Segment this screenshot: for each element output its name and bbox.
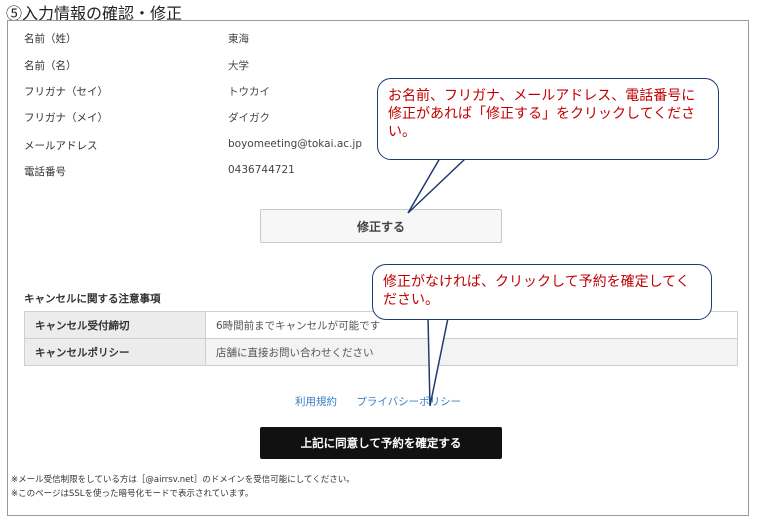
furigana-mei-value: ダイガク bbox=[228, 112, 270, 124]
footer-links: 利用規約 プライバシーポリシー bbox=[295, 394, 477, 409]
first-name-value: 大学 bbox=[228, 60, 249, 72]
cancel-policy-value: 店舗に直接お問い合わせください bbox=[205, 338, 738, 366]
furigana-sei-label: フリガナ（セイ） bbox=[24, 86, 108, 98]
edit-button[interactable]: 修正する bbox=[260, 209, 502, 243]
email-label: メールアドレス bbox=[24, 140, 98, 152]
note-email-restriction: ※メール受信制限をしている方は［@airrsv.net］のドメインを受信可能にし… bbox=[11, 475, 355, 485]
confirm-callout: 修正がなければ、クリックして予約を確定してください。 bbox=[372, 264, 712, 320]
edit-callout: お名前、フリガナ、メールアドレス、電話番号に修正があれば「修正する」をクリックし… bbox=[377, 78, 719, 160]
table-row: キャンセルポリシー 店舗に直接お問い合わせください bbox=[24, 338, 738, 366]
phone-label: 電話番号 bbox=[24, 166, 66, 178]
last-name-value: 東海 bbox=[228, 33, 249, 45]
furigana-sei-value: トウカイ bbox=[228, 86, 270, 98]
terms-link[interactable]: 利用規約 bbox=[295, 396, 337, 408]
confirm-reservation-button[interactable]: 上記に同意して予約を確定する bbox=[260, 427, 502, 459]
email-value: boyomeeting@tokai.ac.jp bbox=[228, 138, 362, 150]
first-name-label: 名前（名） bbox=[24, 60, 77, 72]
note-ssl: ※このページはSSLを使った暗号化モードで表示されています。 bbox=[11, 489, 254, 499]
privacy-policy-link[interactable]: プライバシーポリシー bbox=[356, 396, 461, 408]
phone-value: 0436744721 bbox=[228, 164, 295, 176]
cancel-policy-label: キャンセルポリシー bbox=[24, 338, 206, 366]
cancel-section-title: キャンセルに関する注意事項 bbox=[24, 293, 161, 305]
notes: ※メール受信制限をしている方は［@airrsv.net］のドメインを受信可能にし… bbox=[11, 473, 355, 501]
furigana-mei-label: フリガナ（メイ） bbox=[24, 112, 108, 124]
cancel-deadline-label: キャンセル受付締切 bbox=[24, 311, 206, 339]
last-name-label: 名前（姓） bbox=[24, 33, 77, 45]
